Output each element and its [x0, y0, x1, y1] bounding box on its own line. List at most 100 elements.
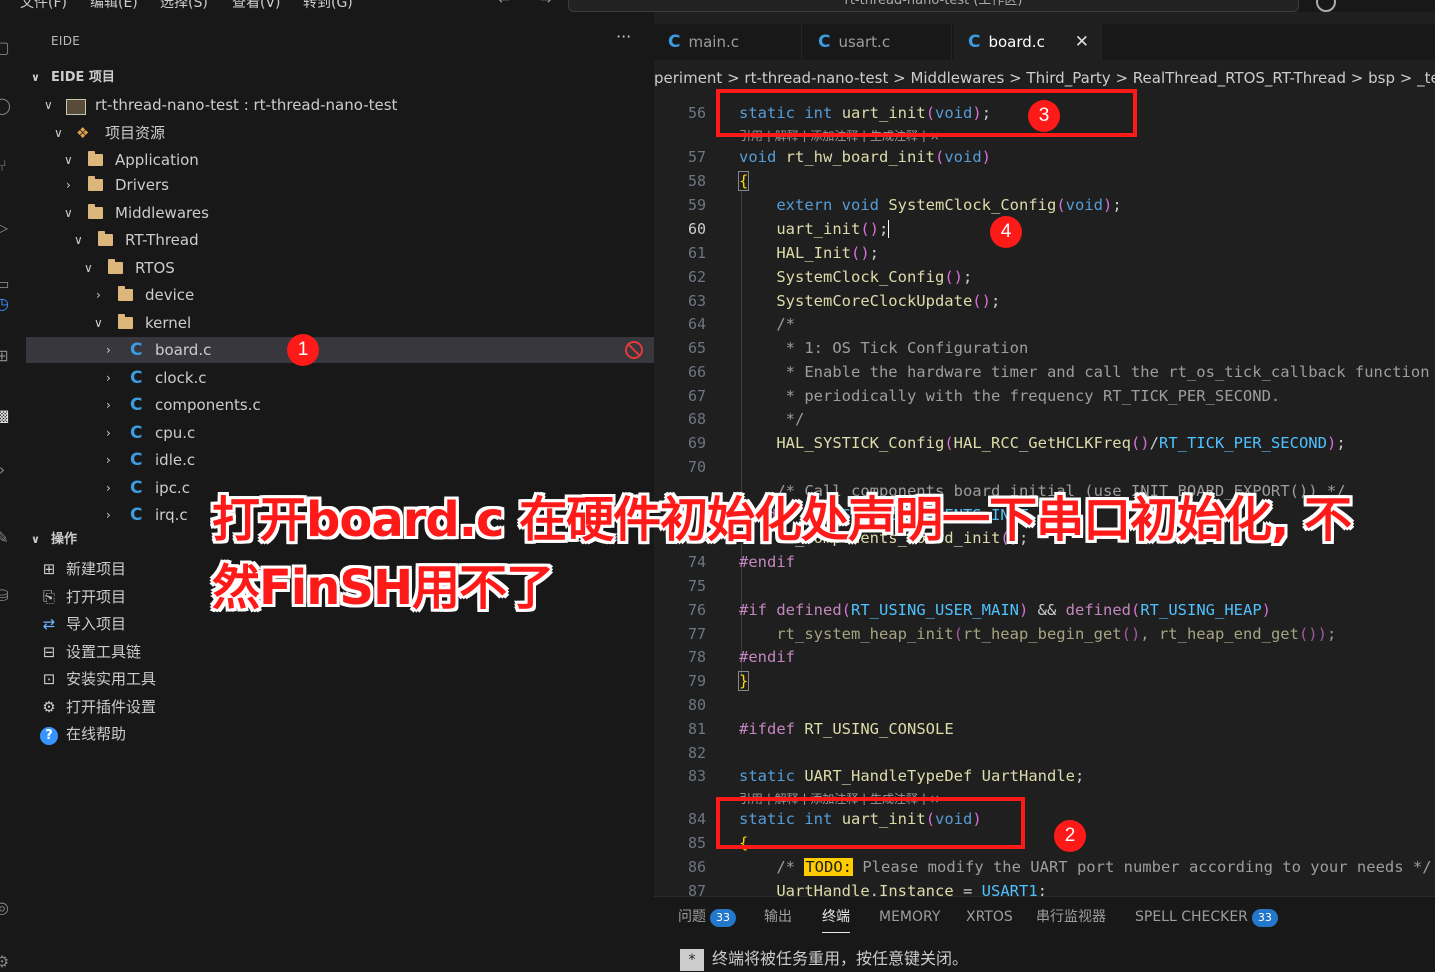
op-open-project[interactable]: ⎘ 打开项目	[38, 584, 126, 610]
c-file-icon: C	[130, 478, 143, 498]
op-online-help[interactable]: ? 在线帮助	[38, 721, 126, 747]
database-icon[interactable]: ⛁	[0, 586, 12, 606]
menu-goto[interactable]: 转到(G)	[303, 0, 353, 12]
tree-item-resources[interactable]: ∨ ❖ 项目资源	[26, 120, 654, 146]
more-actions-icon[interactable]: ···	[616, 27, 631, 46]
tree-item-device[interactable]: › device	[26, 282, 654, 308]
tree-item-idle-c[interactable]: › C idle.c	[26, 447, 654, 473]
eide-chip-icon[interactable]: ▩	[0, 406, 12, 426]
annotation-box-3	[716, 89, 1137, 137]
tab-board-c[interactable]: Cboard.c ✕	[954, 24, 1102, 60]
code-line: }	[737, 671, 750, 691]
c-file-icon: C	[130, 340, 143, 360]
timeline-icon[interactable]: ◷	[0, 294, 12, 314]
line-number: 87	[687, 882, 706, 896]
chevron-down-icon: ∨	[84, 261, 93, 275]
line-number: 85	[687, 834, 706, 852]
title-bar: 文件(F) 编辑(E) 选择(S) 查看(V) 转到(G) ← → rt-thr…	[0, 0, 1435, 12]
editor-tabs: Cmain.c Cusart.c Cboard.c ✕	[654, 24, 1435, 60]
chevron-right-icon: ›	[106, 481, 111, 495]
line-number: 86	[687, 858, 706, 876]
tree-item-rt-thread[interactable]: ∨ RT-Thread	[26, 227, 654, 253]
op-new-project[interactable]: ⊞ 新建项目	[38, 556, 126, 582]
help-icon: ?	[40, 727, 58, 745]
tab-main-c[interactable]: Cmain.c	[654, 24, 802, 60]
asterisk-icon: *	[680, 949, 704, 971]
tree-item-rtos[interactable]: ∨ RTOS	[26, 255, 654, 281]
sidebar-title: EIDE	[51, 34, 81, 48]
menu-select[interactable]: 选择(S)	[160, 0, 208, 12]
tab-usart-c[interactable]: Cusart.c	[804, 24, 952, 60]
extensions-icon[interactable]: ⊞	[0, 346, 12, 366]
command-center[interactable]: rt-thread-nano-test (工作区)	[568, 0, 1299, 12]
tree-item-label: components.c	[155, 396, 261, 414]
line-number: 67	[687, 387, 706, 405]
panel-tab-terminal[interactable]: 终端	[822, 905, 850, 933]
excluded-icon[interactable]	[625, 341, 643, 359]
line-number: 82	[687, 744, 706, 762]
chevron-right-icon[interactable]: ›	[0, 460, 12, 480]
account-icon[interactable]: ◎	[0, 898, 12, 918]
gear-icon: ⚙	[42, 698, 56, 716]
line-number: 79	[687, 672, 706, 690]
settings-gear-icon[interactable]: ⚙	[0, 952, 12, 972]
c-file-icon: C	[968, 32, 981, 52]
panel-tab-spell-checker[interactable]: SPELL CHECKER 33	[1135, 905, 1278, 929]
line-number: 68	[687, 410, 706, 428]
tree-item-kernel[interactable]: ∨ kernel	[26, 310, 654, 336]
project-icon	[66, 99, 86, 115]
op-label: 导入项目	[66, 615, 127, 633]
tree-item-drivers[interactable]: › Drivers	[26, 172, 654, 198]
tree-item-application[interactable]: ∨ Application	[26, 147, 654, 173]
panel-tab-label: SPELL CHECKER	[1135, 909, 1248, 925]
op-import-project[interactable]: ⇄ 导入项目	[38, 611, 126, 637]
run-debug-icon[interactable]: ▷	[0, 218, 12, 238]
op-plugin-settings[interactable]: ⚙ 打开插件设置	[38, 694, 156, 720]
menu-file[interactable]: 文件(F)	[20, 0, 67, 12]
line-number: 57	[687, 148, 706, 166]
tree-item-middlewares[interactable]: ∨ Middlewares	[26, 200, 654, 226]
menu-edit[interactable]: 编辑(E)	[90, 0, 138, 12]
panel-tab-memory[interactable]: MEMORY	[879, 905, 940, 929]
breadcrumb[interactable]: periment > rt-thread-nano-test > Middlew…	[654, 66, 1435, 90]
panel-tab-xrtos[interactable]: XRTOS	[966, 905, 1013, 929]
code-line: {	[737, 171, 750, 191]
copilot-icon[interactable]	[1316, 0, 1336, 12]
search-icon[interactable]: ◯	[0, 96, 12, 116]
chevron-right-icon: ›	[106, 426, 111, 440]
open-project-icon: ⎘	[42, 588, 55, 606]
tree-item-board-c[interactable]: › C board.c	[26, 337, 654, 363]
annotation-number-2: 2	[1054, 820, 1086, 852]
remote-explorer-icon[interactable]: ▭	[0, 274, 12, 294]
panel-tab-serial-monitor[interactable]: 串行监视器	[1036, 905, 1106, 929]
section-eide-project[interactable]: ∨ EIDE 项目	[18, 66, 654, 90]
menu-view[interactable]: 查看(V)	[232, 0, 281, 12]
tab-label: usart.c	[838, 33, 891, 51]
tree-item-cpu-c[interactable]: › C cpu.c	[26, 420, 654, 446]
explorer-icon[interactable]: ▢	[0, 38, 12, 58]
op-toolchain[interactable]: ⊟ 设置工具链	[38, 639, 141, 665]
annotation-note-line1: 打开board.c 在硬件初始化处声明一下串口初始化, 不	[212, 492, 1352, 548]
code-line: * periodically with the frequency RT_TIC…	[739, 387, 1281, 405]
source-control-icon[interactable]: ⑂	[0, 156, 12, 176]
annotation-number-1: 1	[287, 334, 319, 366]
tab-label: board.c	[988, 33, 1045, 51]
pen-icon[interactable]: ✎	[0, 528, 12, 548]
tree-item-project[interactable]: ∨ rt-thread-nano-test : rt-thread-nano-t…	[26, 92, 654, 118]
code-line: extern void SystemClock_Config(void);	[776, 196, 1122, 214]
back-icon[interactable]: ←	[498, 0, 510, 8]
terminal-output[interactable]: * 终端将被任务重用，按任意键关闭。	[680, 945, 968, 971]
close-icon[interactable]: ✕	[1075, 24, 1089, 60]
panel-tab-problems[interactable]: 问题 33	[678, 905, 736, 929]
line-number: 69	[687, 434, 706, 452]
tree-item-clock-c[interactable]: › C clock.c	[26, 365, 654, 391]
chevron-right-icon: ›	[66, 178, 71, 192]
toolbox-icon: ⊟	[42, 643, 56, 661]
tree-item-components-c[interactable]: › C components.c	[26, 392, 654, 418]
panel-tab-output[interactable]: 输出	[764, 905, 792, 929]
op-install-tools[interactable]: ⊡ 安装实用工具	[38, 666, 156, 692]
tree-item-label: 项目资源	[105, 124, 166, 142]
annotation-number-4: 4	[990, 216, 1022, 248]
forward-icon[interactable]: →	[540, 0, 552, 8]
code-line: */	[739, 410, 805, 428]
